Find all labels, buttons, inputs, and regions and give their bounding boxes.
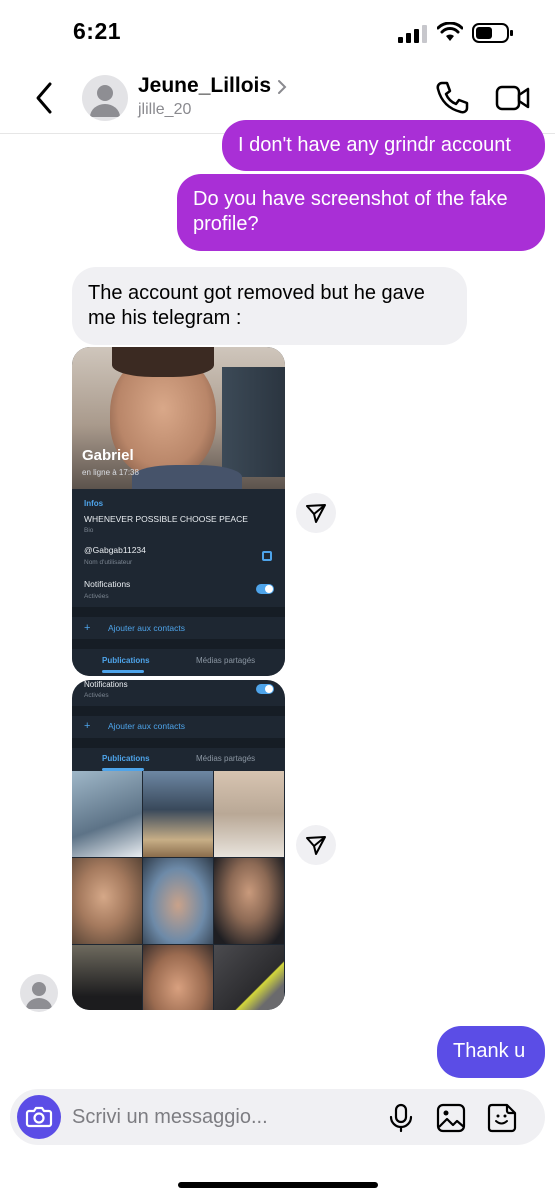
- share-icon[interactable]: [296, 825, 336, 865]
- grid-photo: [143, 945, 213, 1010]
- notifications-toggle: [256, 684, 274, 694]
- grid-photo: [143, 771, 213, 857]
- status-time: 6:21: [73, 18, 122, 44]
- qr-code-icon: [262, 551, 272, 561]
- tab-media: Médias partagés: [196, 656, 256, 665]
- wifi-icon: [437, 22, 463, 41]
- tab-publications: Publications: [102, 656, 150, 665]
- home-indicator: [178, 1182, 378, 1188]
- back-chevron-icon[interactable]: [30, 80, 60, 116]
- photo-grid: [72, 770, 285, 1010]
- notifications-text: Notifications: [84, 579, 131, 589]
- sticker-icon[interactable]: [486, 1102, 518, 1134]
- grid-photo: [72, 771, 142, 857]
- profile-photo: Gabriel en ligne à 17:38: [72, 347, 285, 495]
- grid-photo: [214, 858, 284, 944]
- bio-text: WHENEVER POSSIBLE CHOOSE PEACE: [84, 514, 248, 524]
- shared-image-telegram-profile[interactable]: Gabriel en ligne à 17:38 Infos WHENEVER …: [72, 347, 285, 676]
- share-icon[interactable]: [296, 493, 336, 533]
- telegram-info-panel: Infos WHENEVER POSSIBLE CHOOSE PEACE Bio…: [72, 489, 285, 676]
- add-contact-icon: +: [84, 622, 91, 634]
- grid-photo: [72, 945, 142, 1010]
- add-contact-text: Ajouter aux contacts: [108, 623, 186, 633]
- telegram-name: Gabriel: [82, 447, 134, 464]
- contact-name[interactable]: Jeune_Lillois: [138, 74, 271, 98]
- bio-label: Bio: [84, 527, 94, 534]
- message-incoming[interactable]: The account got removed but he gave me h…: [72, 267, 467, 345]
- grid-photo: [143, 858, 213, 944]
- infos-label: Infos: [84, 499, 104, 508]
- gallery-icon[interactable]: [436, 1103, 466, 1133]
- camera-icon[interactable]: [17, 1095, 61, 1139]
- message-outgoing[interactable]: Thank u: [437, 1026, 545, 1078]
- sender-avatar-icon[interactable]: [20, 974, 58, 1012]
- grid-photo: [72, 858, 142, 944]
- grid-photo: [214, 771, 284, 857]
- avatar-icon[interactable]: [82, 75, 128, 121]
- telegram-status: en ligne à 17:38: [82, 468, 139, 477]
- phone-icon[interactable]: [434, 80, 470, 116]
- signal-icon: [398, 25, 427, 43]
- message-outgoing[interactable]: I don't have any grindr account: [222, 120, 545, 171]
- tab-media: Médias partagés: [196, 754, 256, 763]
- add-contact-text: Ajouter aux contacts: [108, 721, 186, 731]
- microphone-icon[interactable]: [388, 1103, 414, 1133]
- username-text: @Gabgab11234: [84, 545, 146, 555]
- notifications-status: Activées: [84, 692, 109, 699]
- battery-icon: [472, 23, 513, 43]
- message-outgoing[interactable]: Do you have screenshot of the fake profi…: [177, 174, 545, 251]
- contact-handle: jlille_20: [138, 101, 192, 118]
- message-input[interactable]: [72, 1089, 372, 1145]
- notifications-toggle: [256, 584, 274, 594]
- chevron-right-icon[interactable]: [276, 79, 288, 95]
- video-camera-icon[interactable]: [495, 82, 531, 114]
- shared-image-telegram-publications[interactable]: Notifications Activées + Ajouter aux con…: [72, 680, 285, 1010]
- username-label: Nom d'utilisateur: [84, 559, 133, 566]
- message-composer: [10, 1089, 545, 1145]
- status-bar: 6:21: [0, 0, 555, 62]
- tab-publications: Publications: [102, 754, 150, 763]
- grid-photo: [214, 945, 284, 1010]
- notifications-status: Activées: [84, 593, 109, 600]
- add-contact-icon: +: [84, 720, 91, 732]
- notifications-text: Notifications: [84, 680, 128, 689]
